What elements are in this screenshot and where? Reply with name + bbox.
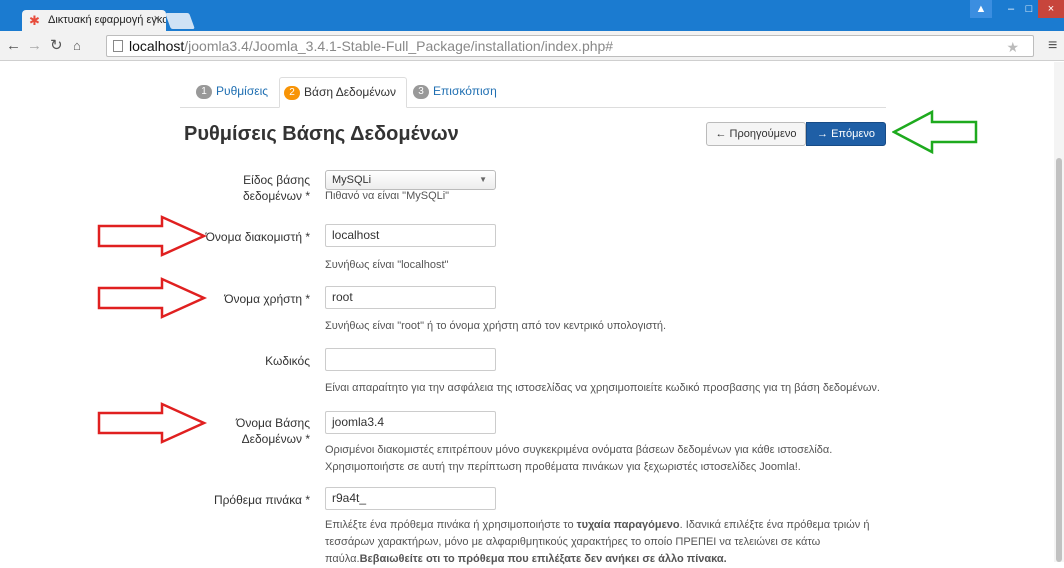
prefix-label: Πρόθεμα πινάκα * bbox=[213, 493, 310, 507]
host-input[interactable]: localhost bbox=[325, 224, 496, 247]
new-tab-button[interactable] bbox=[165, 13, 195, 29]
user-help: Συνήθως είναι "root" ή το όνομα χρήστη α… bbox=[325, 320, 667, 332]
tab-close-icon[interactable]: × bbox=[154, 13, 160, 25]
install-steps: 1 Ρυθμίσεις 2 Βάση Δεδομένων 3 Επισκόπιση bbox=[180, 77, 886, 108]
red-arrow-icon bbox=[97, 402, 208, 444]
previous-button[interactable]: ← Προηγούμενο bbox=[706, 122, 806, 146]
browser-toolbar: ← → ↻ ⌂ localhost/joomla3.4/Joomla_3.4.1… bbox=[0, 31, 1064, 61]
db-type-help: Πιθανό να είναι "MySQLi" bbox=[325, 190, 450, 202]
address-bar[interactable]: localhost/joomla3.4/Joomla_3.4.1-Stable-… bbox=[106, 35, 1034, 57]
browser-title-bar: ✱ Δικτυακή εφαρμογή εγκα × ▲ – □ × bbox=[0, 0, 1064, 31]
address-path: /joomla3.4/Joomla_3.4.1-Stable-Full_Pack… bbox=[184, 38, 614, 54]
maximize-icon[interactable]: □ bbox=[1020, 0, 1038, 18]
green-arrow-icon bbox=[892, 109, 978, 155]
tab-title: Δικτυακή εφαρμογή εγκα bbox=[48, 14, 166, 26]
step-number: 3 bbox=[413, 84, 429, 99]
red-arrow-icon bbox=[97, 215, 208, 257]
back-icon[interactable]: ← bbox=[6, 37, 21, 55]
address-host: localhost bbox=[129, 38, 185, 54]
page-title: Ρυθμίσεις Βάσης Δεδομένων bbox=[184, 123, 459, 145]
step-label: Ρυθμίσεις bbox=[216, 84, 269, 98]
user-input[interactable]: root bbox=[325, 286, 496, 309]
user-icon[interactable]: ▲ bbox=[970, 0, 992, 18]
step-number: 1 bbox=[196, 84, 212, 99]
db-name-help: Ορισμένοι διακομιστές επιτρέπουν μόνο συ… bbox=[325, 444, 833, 473]
tab-step-database[interactable]: 2 Βάση Δεδομένων bbox=[279, 77, 408, 108]
prefix-help: Επιλέξτε ένα πρόθεμα πινάκα ή χρησιμοποι… bbox=[325, 519, 870, 565]
home-icon[interactable]: ⌂ bbox=[73, 37, 81, 55]
joomla-favicon-icon: ✱ bbox=[29, 13, 40, 28]
red-arrow-icon bbox=[97, 277, 208, 319]
page-icon bbox=[113, 40, 123, 52]
browser-tab[interactable]: ✱ Δικτυακή εφαρμογή εγκα × bbox=[22, 10, 166, 31]
reload-icon[interactable]: ↻ bbox=[50, 37, 63, 55]
tab-step-overview[interactable]: 3 Επισκόπιση bbox=[409, 77, 507, 108]
db-type-value: MySQLi bbox=[332, 174, 372, 186]
scrollbar-thumb[interactable] bbox=[1056, 158, 1062, 562]
host-help: Συνήθως είναι "localhost" bbox=[325, 259, 449, 271]
minimize-icon[interactable]: – bbox=[1002, 0, 1020, 18]
next-button[interactable]: → Επόμενο bbox=[806, 122, 886, 146]
prefix-input[interactable]: r9a4t_ bbox=[325, 487, 496, 510]
password-input[interactable] bbox=[325, 348, 496, 371]
db-type-select[interactable]: MySQLi ▼ bbox=[325, 170, 496, 190]
tab-step-configuration[interactable]: 1 Ρυθμίσεις bbox=[192, 77, 278, 108]
step-label: Βάση Δεδομένων bbox=[304, 85, 397, 99]
browser-menu-icon[interactable]: ≡ bbox=[1048, 37, 1057, 55]
db-name-input[interactable]: joomla3.4 bbox=[325, 411, 496, 434]
chevron-down-icon: ▼ bbox=[479, 175, 487, 184]
bookmark-star-icon[interactable]: ★ bbox=[1006, 37, 1019, 57]
password-help: Είναι απαραίτητο για την ασφάλεια της ισ… bbox=[325, 382, 880, 394]
page-viewport: 1 Ρυθμίσεις 2 Βάση Δεδομένων 3 Επισκόπιση Ρ… bbox=[0, 62, 1064, 565]
step-label: Επισκόπιση bbox=[433, 84, 497, 98]
step-number: 2 bbox=[284, 85, 300, 100]
forward-icon[interactable]: → bbox=[27, 37, 42, 55]
db-type-label: Είδος βάσης δεδομένων * bbox=[242, 173, 310, 203]
close-window-icon[interactable]: × bbox=[1038, 0, 1064, 18]
password-label: Κωδικός bbox=[265, 354, 310, 368]
